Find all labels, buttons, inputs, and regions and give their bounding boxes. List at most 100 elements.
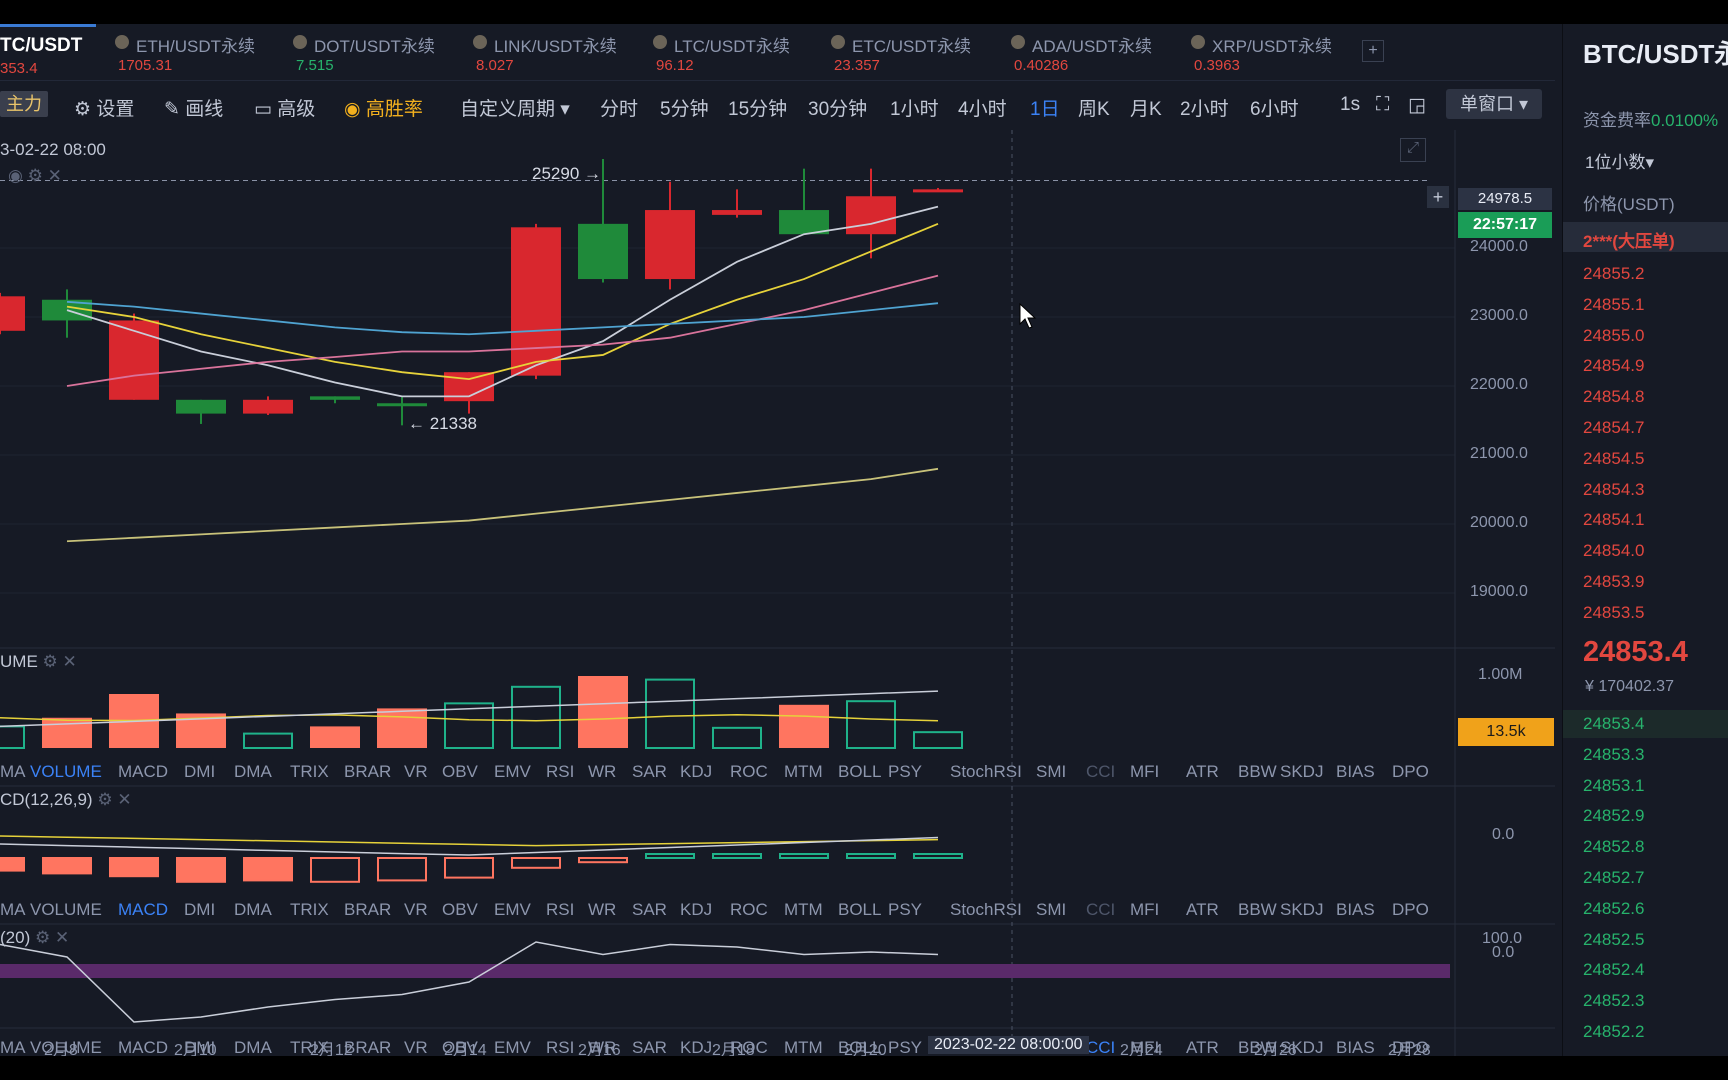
indicator-tab[interactable]: DPO: [1392, 762, 1429, 782]
indicator-tab[interactable]: BIAS: [1336, 1038, 1375, 1056]
indicator-tab[interactable]: BOLL: [838, 762, 881, 782]
ask-price[interactable]: 24854.8: [1583, 387, 1644, 407]
symbol-tab[interactable]: TC/USDT 353.4: [0, 24, 96, 83]
bid-price[interactable]: 24852.3: [1583, 991, 1644, 1011]
symbol-tab[interactable]: DOT/USDT永续 7.515: [288, 24, 458, 80]
indicator-tab[interactable]: SAR: [632, 900, 667, 920]
ask-price[interactable]: 24855.1: [1583, 295, 1644, 315]
indicator-tab[interactable]: RSI: [546, 762, 574, 782]
indicator-tab[interactable]: VR: [404, 1038, 428, 1056]
indicator-tab[interactable]: KDJ: [680, 762, 712, 782]
period-button[interactable]: 1日: [1030, 94, 1060, 121]
symbol-tab[interactable]: XRP/USDT永续 0.3963: [1186, 24, 1356, 80]
symbol-tab[interactable]: ETH/USDT永续 1705.31: [110, 24, 280, 80]
indicator-tab[interactable]: BOLL: [838, 900, 881, 920]
seconds-button[interactable]: 1s: [1340, 94, 1360, 116]
symbol-tab[interactable]: LINK/USDT永续 8.027: [468, 24, 638, 80]
indicator-tab[interactable]: DMI: [184, 762, 215, 782]
indicator-tab[interactable]: MACD: [118, 762, 168, 782]
bid-price[interactable]: 24852.5: [1583, 930, 1644, 950]
indicator-tab[interactable]: BIAS: [1336, 900, 1375, 920]
indicator-tab[interactable]: MFI: [1130, 900, 1159, 920]
indicator-tab[interactable]: ATR: [1186, 1038, 1219, 1056]
eye-icon[interactable]: ◉: [8, 166, 23, 185]
indicator-tab[interactable]: DMA: [234, 900, 272, 920]
close-icon[interactable]: ✕: [48, 166, 62, 185]
ask-price[interactable]: 24854.9: [1583, 356, 1644, 376]
close-icon[interactable]: ✕: [55, 928, 69, 947]
main-force-button[interactable]: 主力: [0, 91, 48, 117]
indicator-tab[interactable]: StochRSI: [950, 762, 1022, 782]
period-button[interactable]: 15分钟: [728, 94, 787, 121]
bid-price[interactable]: 24853.1: [1583, 776, 1644, 796]
screenshot-icon[interactable]: ◲: [1408, 94, 1426, 117]
indicator-tab[interactable]: DMI: [184, 900, 215, 920]
bid-price[interactable]: 24852.9: [1583, 806, 1644, 826]
ask-price[interactable]: 24855.2: [1583, 264, 1644, 284]
ma-controls[interactable]: ◉ ⚙ ✕: [8, 166, 62, 186]
expand-icon[interactable]: ⤢: [1400, 138, 1426, 162]
ask-price[interactable]: 24854.7: [1583, 418, 1644, 438]
indicator-tab[interactable]: VR: [404, 900, 428, 920]
indicator-tab[interactable]: MACD: [118, 900, 168, 920]
indicator-tab[interactable]: VOLUME: [30, 762, 102, 782]
indicator-tab[interactable]: MTM: [784, 762, 823, 782]
indicator-tab[interactable]: ROC: [730, 900, 768, 920]
indicator-tab[interactable]: BRAR: [344, 762, 391, 782]
indicator-tab[interactable]: BBW: [1238, 900, 1277, 920]
indicator-tab[interactable]: SMI: [1036, 900, 1066, 920]
indicator-tab[interactable]: SMI: [1036, 762, 1066, 782]
ask-price[interactable]: 24854.1: [1583, 510, 1644, 530]
symbol-tab[interactable]: ADA/USDT永续 0.40286: [1006, 24, 1176, 80]
indicator-tab[interactable]: TRIX: [290, 900, 329, 920]
symbol-tab[interactable]: LTC/USDT永续 96.12: [648, 24, 818, 80]
add-tab-button[interactable]: +: [1362, 40, 1384, 62]
indicator-tab[interactable]: MTM: [784, 900, 823, 920]
indicator-tab[interactable]: OBV: [442, 900, 478, 920]
ask-price[interactable]: 24854.5: [1583, 449, 1644, 469]
gear-icon[interactable]: ⚙: [35, 928, 50, 947]
bid-price[interactable]: 24852.6: [1583, 899, 1644, 919]
advanced-button[interactable]: ▭ 高级: [254, 94, 315, 121]
period-button[interactable]: 月K: [1130, 94, 1162, 121]
bid-price[interactable]: 24852.7: [1583, 868, 1644, 888]
period-button[interactable]: 1小时: [890, 94, 939, 121]
indicator-tab[interactable]: CCI: [1086, 900, 1115, 920]
indicator-tab[interactable]: SKDJ: [1280, 900, 1323, 920]
indicator-tab[interactable]: EMV: [494, 900, 531, 920]
indicator-tab[interactable]: SAR: [632, 1038, 667, 1056]
indicator-tab[interactable]: BRAR: [344, 900, 391, 920]
period-button[interactable]: 2小时: [1180, 94, 1229, 121]
indicator-tab[interactable]: EMV: [494, 1038, 531, 1056]
indicator-tab[interactable]: PSY: [888, 1038, 922, 1056]
indicator-tab[interactable]: WR: [588, 762, 616, 782]
single-window-dropdown[interactable]: 单窗口 ▾: [1446, 89, 1542, 119]
period-button[interactable]: 30分钟: [808, 94, 867, 121]
indicator-tab[interactable]: VOLUME: [30, 900, 102, 920]
add-order-button[interactable]: +: [1427, 186, 1449, 208]
indicator-tab[interactable]: MA: [0, 900, 26, 920]
win-rate-button[interactable]: ◉ 高胜率: [344, 94, 423, 121]
indicator-tab[interactable]: BBW: [1238, 762, 1277, 782]
indicator-tab[interactable]: OBV: [442, 762, 478, 782]
indicator-tab[interactable]: PSY: [888, 900, 922, 920]
period-button[interactable]: 5分钟: [660, 94, 709, 121]
period-button[interactable]: 分时: [600, 94, 638, 121]
indicator-tab[interactable]: MA: [0, 1038, 26, 1056]
settings-button[interactable]: ⚙ 设置: [74, 94, 134, 121]
indicator-tab[interactable]: RSI: [546, 900, 574, 920]
gear-icon[interactable]: ⚙: [28, 166, 43, 185]
indicator-tab[interactable]: ATR: [1186, 762, 1219, 782]
fullscreen-icon[interactable]: ⛶: [1376, 94, 1389, 116]
indicator-tab[interactable]: CCI: [1086, 762, 1115, 782]
ask-price[interactable]: 24855.0: [1583, 326, 1644, 346]
gear-icon[interactable]: ⚙: [97, 790, 112, 809]
close-icon[interactable]: ✕: [117, 790, 131, 809]
bid-price[interactable]: 24853.4: [1583, 714, 1644, 734]
draw-button[interactable]: ✎ 画线: [164, 94, 223, 121]
period-button[interactable]: 6小时: [1250, 94, 1299, 121]
indicator-tab[interactable]: ATR: [1186, 900, 1219, 920]
indicator-tab[interactable]: MTM: [784, 1038, 823, 1056]
indicator-tab[interactable]: CCI: [1086, 1038, 1115, 1056]
bid-price[interactable]: 24852.4: [1583, 960, 1644, 980]
